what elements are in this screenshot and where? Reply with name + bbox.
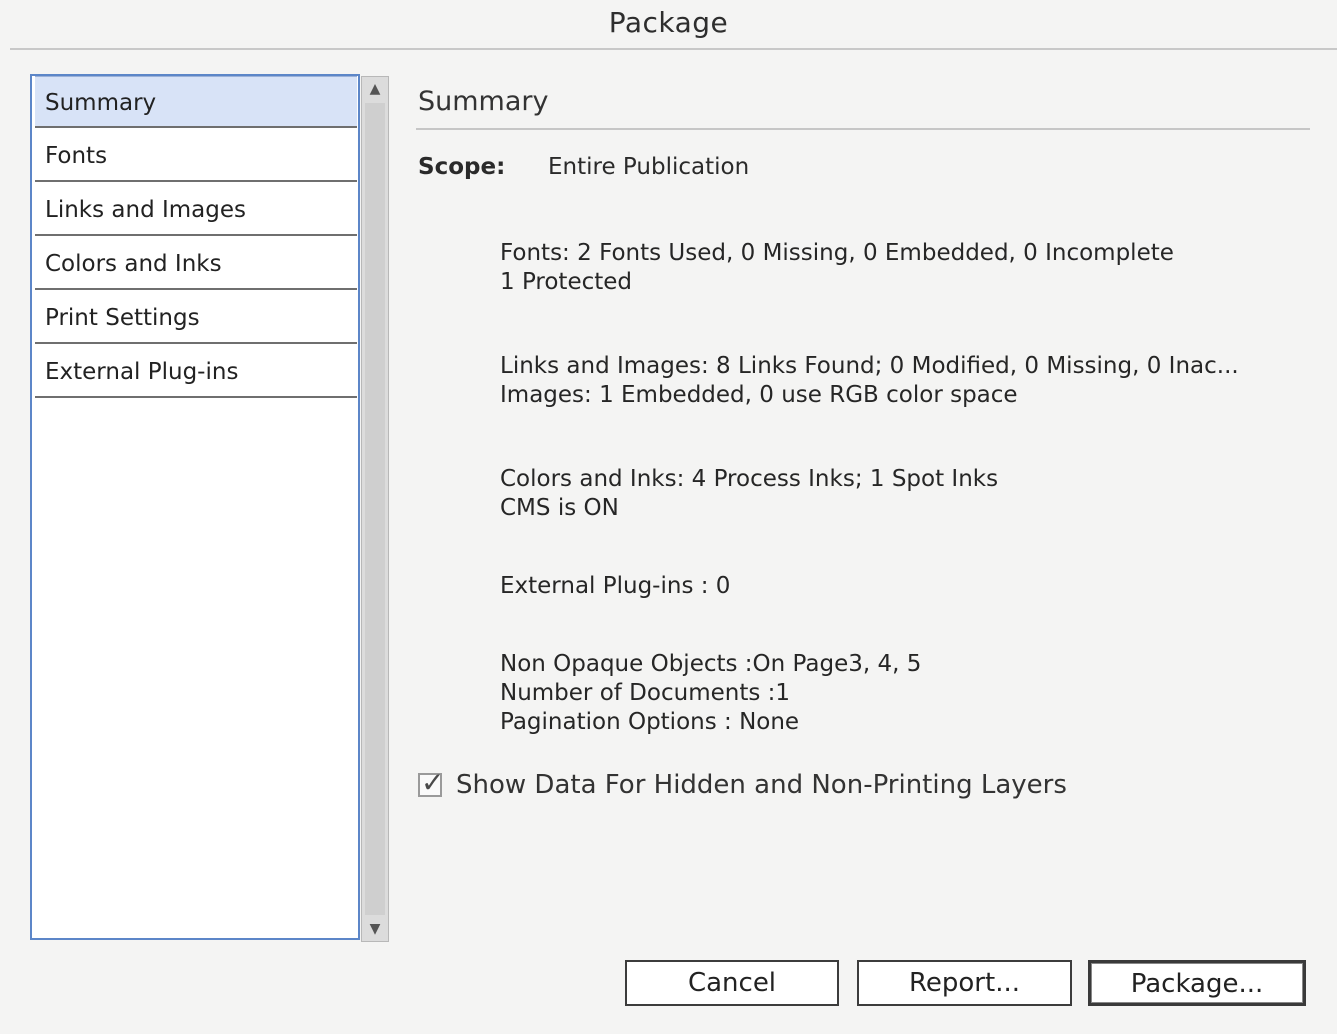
sidebar-item-external-plug-ins[interactable]: External Plug-ins: [35, 346, 357, 398]
sidebar-item-print-settings[interactable]: Print Settings: [35, 292, 357, 344]
section-divider: [416, 128, 1310, 130]
scroll-up-arrow-icon[interactable]: ▲: [362, 77, 388, 101]
report-button[interactable]: Report...: [857, 960, 1072, 1006]
number-of-documents-line: Number of Documents :1: [500, 680, 791, 706]
scope-label: Scope:: [418, 154, 506, 180]
title-divider: [10, 48, 1337, 50]
sidebar-item-label: Print Settings: [45, 305, 200, 331]
plugins-summary-line: External Plug-ins : 0: [500, 573, 731, 599]
colors-summary: Colors and Inks: 4 Process Inks; 1 Spot …: [500, 465, 998, 523]
non-opaque-objects-line: Non Opaque Objects :On Page3, 4, 5: [500, 651, 922, 677]
sidebar-item-label: Fonts: [45, 143, 108, 169]
fonts-protected-line: 1 Protected: [500, 269, 633, 295]
sidebar-item-links-and-images[interactable]: Links and Images: [35, 184, 357, 236]
sidebar-item-label: External Plug-ins: [45, 359, 239, 385]
package-dialog: Package Summary Fonts Links and Images C…: [0, 0, 1337, 1034]
links-summary: Links and Images: 8 Links Found; 0 Modif…: [500, 352, 1239, 410]
colors-summary-line: Colors and Inks: 4 Process Inks; 1 Spot …: [500, 466, 999, 492]
list-scrollbar[interactable]: ▲ ▼: [361, 76, 389, 942]
sidebar-item-colors-and-inks[interactable]: Colors and Inks: [35, 238, 357, 290]
scope-value: Entire Publication: [548, 154, 750, 180]
cms-status-line: CMS is ON: [500, 495, 619, 521]
other-summary: Non Opaque Objects :On Page3, 4, 5 Numbe…: [500, 650, 921, 737]
sidebar-item-label: Links and Images: [45, 197, 246, 223]
fonts-summary-line: Fonts: 2 Fonts Used, 0 Missing, 0 Embedd…: [500, 240, 1174, 266]
section-title: Summary: [418, 86, 549, 117]
sidebar-item-fonts[interactable]: Fonts: [35, 130, 357, 182]
pagination-options-line: Pagination Options : None: [500, 709, 800, 735]
category-list: Summary Fonts Links and Images Colors an…: [30, 74, 360, 940]
package-button[interactable]: Package...: [1088, 960, 1306, 1006]
show-hidden-layers-label[interactable]: Show Data For Hidden and Non-Printing La…: [456, 770, 1067, 800]
sidebar-item-summary[interactable]: Summary: [35, 76, 357, 128]
checkmark-icon: ✓: [421, 766, 445, 799]
links-summary-line: Links and Images: 8 Links Found; 0 Modif…: [500, 353, 1239, 379]
cancel-button[interactable]: Cancel: [625, 960, 839, 1006]
scroll-track[interactable]: [365, 103, 385, 915]
fonts-summary: Fonts: 2 Fonts Used, 0 Missing, 0 Embedd…: [500, 239, 1174, 297]
sidebar-item-label: Summary: [45, 90, 157, 116]
plugins-summary: External Plug-ins : 0: [500, 572, 730, 601]
show-hidden-layers-checkbox[interactable]: ✓: [418, 766, 444, 799]
images-summary-line: Images: 1 Embedded, 0 use RGB color spac…: [500, 382, 1018, 408]
dialog-title: Package: [608, 6, 729, 39]
sidebar-item-label: Colors and Inks: [45, 251, 222, 277]
scroll-down-arrow-icon[interactable]: ▼: [362, 917, 388, 941]
show-hidden-layers-checkbox-row[interactable]: ✓ Show Data For Hidden and Non-Printing …: [418, 766, 1067, 800]
